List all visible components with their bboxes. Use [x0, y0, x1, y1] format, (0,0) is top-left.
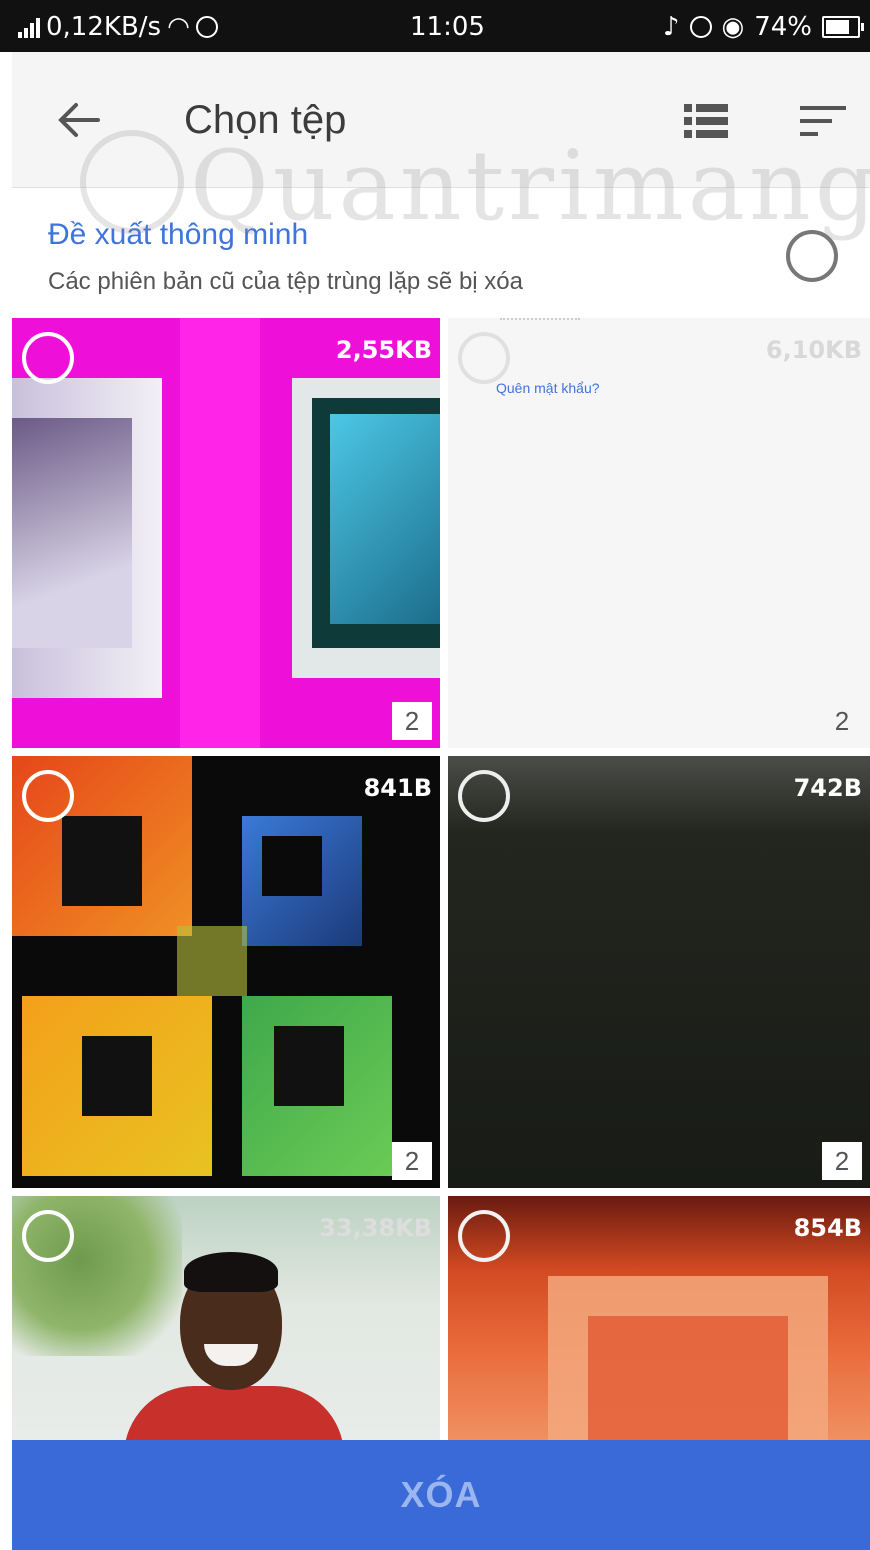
file-size: 2,55KB	[335, 336, 432, 364]
duplicate-count: 2	[392, 702, 432, 740]
delete-button[interactable]: XÓA	[12, 1440, 870, 1550]
file-size: 33,38KB	[319, 1214, 432, 1242]
smart-suggestion-checkbox[interactable]	[786, 230, 838, 282]
smart-suggestion-subtitle: Các phiên bản cũ của tệp trùng lặp sẽ bị…	[48, 268, 523, 295]
file-tile[interactable]: 841B 2	[12, 756, 440, 1188]
thumb-shape	[184, 1252, 278, 1292]
file-size: 841B	[363, 774, 432, 802]
file-tile[interactable]: 742B 2	[448, 756, 870, 1188]
select-circle[interactable]	[458, 332, 510, 384]
select-circle[interactable]	[458, 1210, 510, 1262]
duplicate-count: 2	[822, 1142, 862, 1180]
sync-icon	[195, 16, 218, 38]
select-circle[interactable]	[22, 332, 74, 384]
signal-icon	[18, 16, 40, 38]
status-left: 0,12KB/s ◠	[18, 12, 218, 42]
select-circle[interactable]	[22, 770, 74, 822]
back-arrow-icon[interactable]	[56, 100, 100, 140]
eye-icon: ◉	[721, 12, 745, 42]
thumb-divider	[500, 318, 580, 320]
duplicate-count: 2	[392, 1142, 432, 1180]
silent-icon: ♪	[662, 12, 680, 42]
thumb-shape	[177, 926, 247, 996]
file-size: 6,10KB	[765, 336, 862, 364]
thumb-shape	[330, 414, 440, 624]
list-view-icon[interactable]	[684, 104, 728, 138]
select-circle[interactable]	[458, 770, 510, 822]
battery-icon	[822, 16, 864, 38]
file-size: 742B	[793, 774, 862, 802]
file-tile[interactable]: 33,38KB	[12, 1196, 440, 1440]
thumb-shape	[82, 1036, 152, 1116]
file-size: 854B	[793, 1214, 862, 1242]
thumb-shape	[124, 1386, 344, 1440]
app-bar: Chọn tệp	[12, 52, 870, 188]
status-bar: 0,12KB/s ◠ 11:05 ♪ ◉ 74%	[0, 0, 870, 52]
file-grid: 2,55KB 2 Quên mật khẩu? 6,10KB 2 841B 2 …	[12, 318, 870, 1440]
duplicate-count: 2	[822, 702, 862, 740]
battery-fill	[826, 20, 849, 34]
thumb-shape	[12, 418, 132, 648]
smart-suggestion-title: Đề xuất thông minh	[48, 218, 309, 251]
thumb-shape	[180, 318, 260, 748]
alarm-icon	[689, 16, 712, 38]
status-time: 11:05	[410, 12, 485, 42]
thumb-shape	[62, 816, 142, 906]
battery-percent: 74%	[754, 12, 812, 42]
thumb-shape	[262, 836, 322, 896]
delete-button-label: XÓA	[400, 1474, 482, 1515]
smart-suggestion[interactable]: Đề xuất thông minh Các phiên bản cũ của …	[12, 188, 870, 318]
network-speed: 0,12KB/s	[46, 12, 162, 42]
thumb-shape	[588, 1316, 788, 1440]
wifi-icon: ◠	[167, 12, 190, 42]
page-title: Chọn tệp	[184, 98, 347, 142]
thumb-link-text: Quên mật khẩu?	[496, 380, 600, 396]
thumb-shape	[274, 1026, 344, 1106]
file-tile[interactable]: 2,55KB 2	[12, 318, 440, 748]
status-right: ♪ ◉ 74%	[662, 12, 864, 42]
file-tile[interactable]: 854B	[448, 1196, 870, 1440]
file-tile[interactable]: Quên mật khẩu? 6,10KB 2	[448, 318, 870, 748]
select-circle[interactable]	[22, 1210, 74, 1262]
sort-icon[interactable]	[800, 104, 848, 138]
